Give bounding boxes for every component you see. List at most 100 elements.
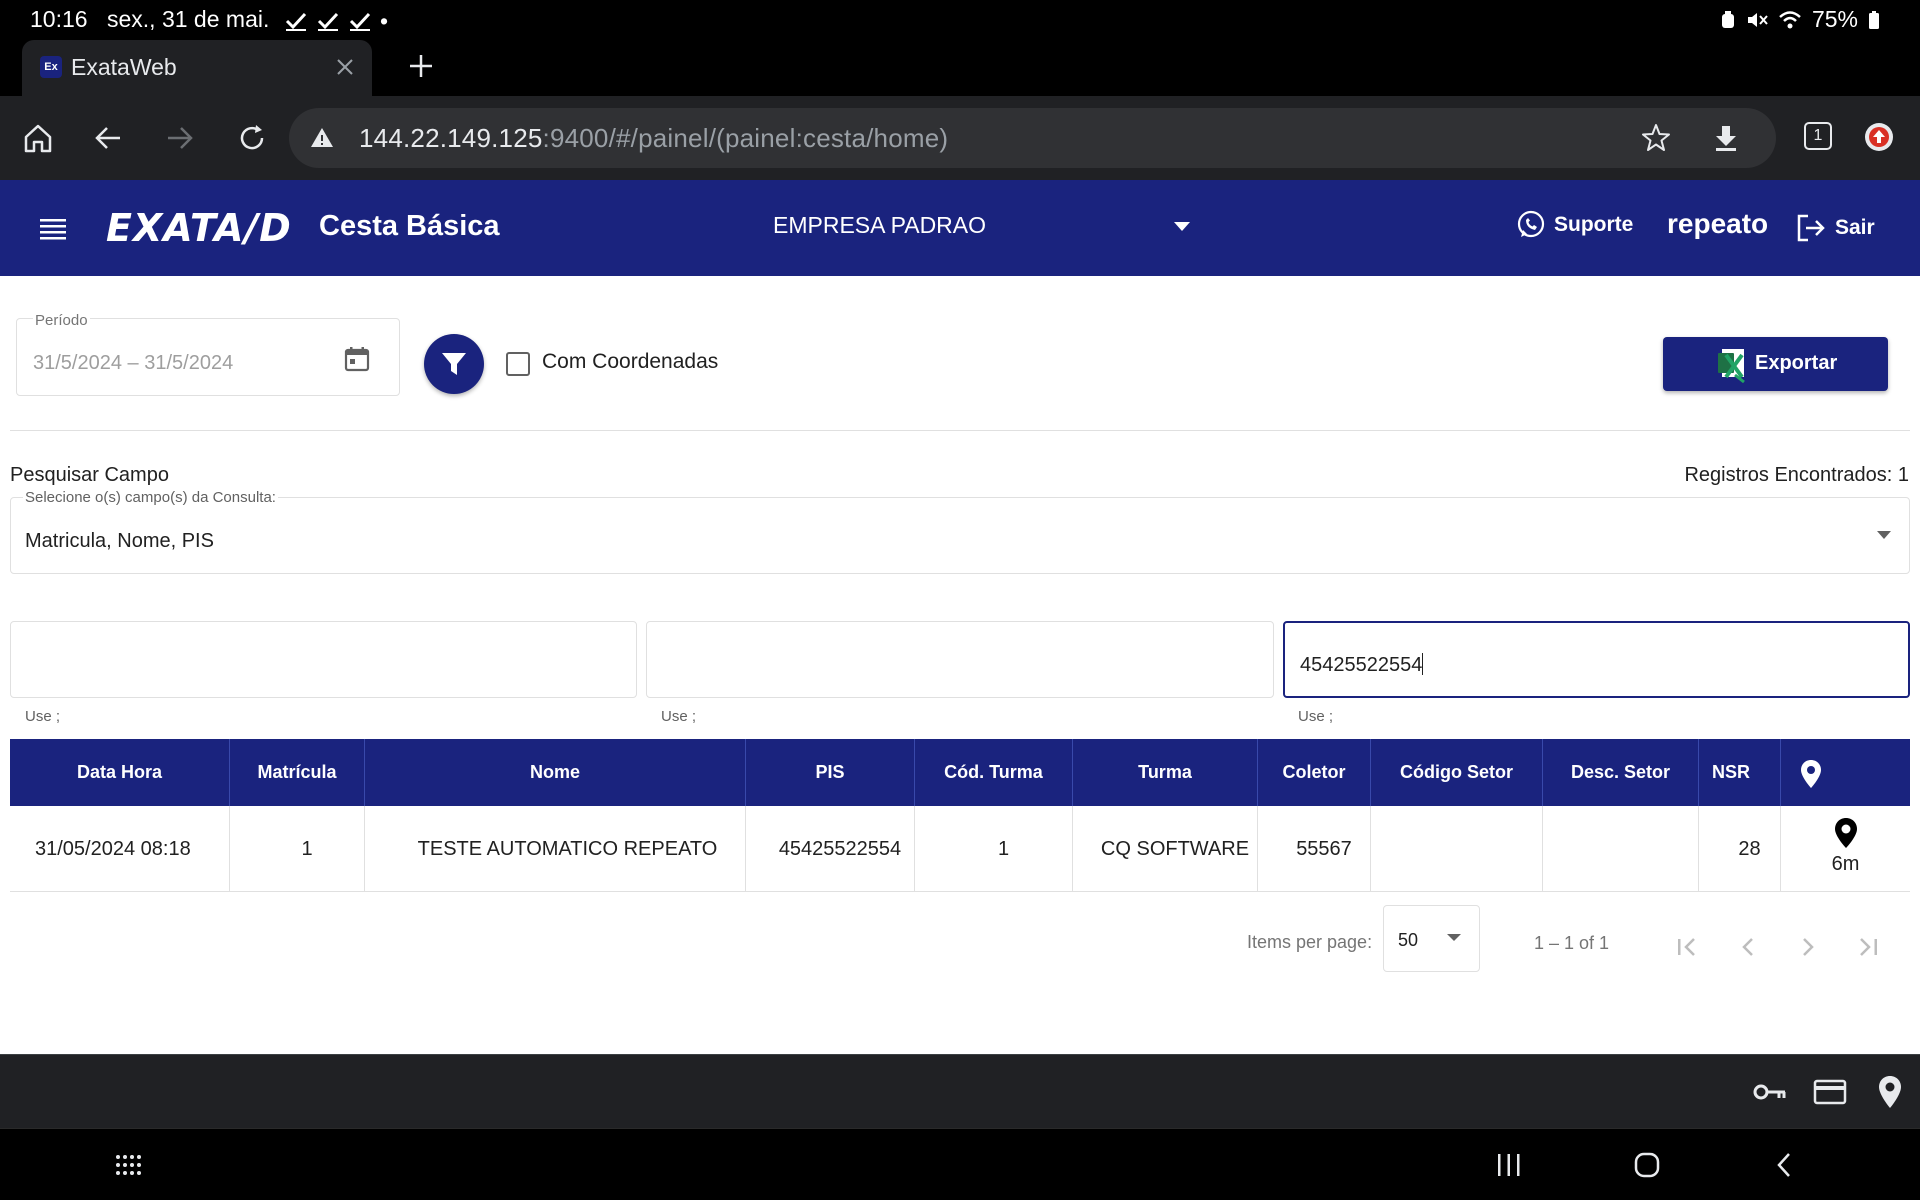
recent-apps-icon[interactable]: [1495, 1150, 1523, 1180]
browser-tab[interactable]: Ex ExataWeb: [22, 40, 372, 96]
column-header-pis[interactable]: PIS: [746, 739, 915, 806]
logout-button[interactable]: Sair: [1795, 212, 1875, 244]
favicon-icon: Ex: [40, 56, 62, 78]
next-page-icon[interactable]: [1793, 932, 1823, 962]
column-header-codigo-setor[interactable]: Código Setor: [1371, 739, 1543, 806]
filter-funnel-icon: [442, 353, 466, 375]
company-select[interactable]: EMPRESA PADRAO: [773, 212, 986, 239]
export-button[interactable]: Exportar: [1663, 337, 1888, 391]
filter-button[interactable]: [424, 334, 484, 394]
support-label: Suporte: [1554, 213, 1634, 236]
column-header-turma[interactable]: Turma: [1073, 739, 1258, 806]
browser-tab-strip: Ex ExataWeb: [0, 38, 1920, 96]
alarm-icon: [1721, 10, 1734, 28]
new-tab-icon[interactable]: [406, 51, 436, 81]
map-pin-icon[interactable]: [1834, 817, 1858, 849]
excel-icon: [1718, 349, 1745, 383]
query-fields-value: Matricula, Nome, PIS: [25, 530, 214, 552]
url-path: :9400/#/painel/(painel:cesta/home): [542, 123, 949, 153]
page-size-select[interactable]: 50: [1383, 905, 1480, 972]
query-fields-label: Selecione o(s) campo(s) da Consulta:: [23, 489, 278, 506]
app-header: EXATA/D Cesta Básica EMPRESA PADRAO Supo…: [0, 180, 1920, 276]
column-header-matricula[interactable]: Matrícula: [230, 739, 365, 806]
bookmark-star-icon[interactable]: [1639, 121, 1673, 155]
credit-card-icon[interactable]: [1813, 1077, 1847, 1107]
keyboard-grid-icon[interactable]: [113, 1150, 143, 1180]
close-tab-icon[interactable]: [330, 52, 360, 82]
column-header-nome[interactable]: Nome: [365, 739, 746, 806]
back-button-icon[interactable]: [1772, 1150, 1796, 1180]
mute-icon: [1747, 12, 1768, 27]
cell-desc-setor: [1543, 806, 1699, 892]
column-header-data-hora[interactable]: Data Hora: [10, 739, 230, 806]
query-fields-select[interactable]: Selecione o(s) campo(s) da Consulta: Mat…: [10, 489, 1910, 574]
wifi-icon: [1779, 10, 1801, 28]
whatsapp-icon: [1517, 210, 1545, 238]
calendar-icon[interactable]: [343, 345, 371, 373]
system-icons: 75%: [1720, 6, 1880, 33]
matricula-search-input[interactable]: [10, 621, 637, 698]
user-name: repeato: [1667, 208, 1769, 239]
pis-search-value: 45425522554: [1300, 654, 1423, 676]
pis-search-input[interactable]: 45425522554: [1283, 621, 1910, 698]
tab-switcher-button[interactable]: 1: [1804, 122, 1832, 150]
key-icon[interactable]: [1752, 1077, 1788, 1107]
home-icon[interactable]: [20, 120, 56, 156]
items-per-page-label: Items per page:: [1247, 932, 1373, 952]
column-header-cod-turma[interactable]: Cód. Turma: [915, 739, 1073, 806]
profile-update-icon[interactable]: [1864, 122, 1894, 152]
address-pin-icon[interactable]: [1878, 1075, 1902, 1109]
more-notifications-dot: •: [380, 8, 389, 34]
nome-search-input[interactable]: [646, 621, 1274, 698]
period-label: Período: [33, 312, 90, 329]
support-button[interactable]: Suporte: [1516, 210, 1633, 240]
android-status-bar: 10:16 sex., 31 de mai. • 75%: [0, 0, 1920, 38]
export-label: Exportar: [1755, 352, 1838, 374]
forward-icon[interactable]: [162, 120, 198, 156]
section-divider: [10, 430, 1910, 431]
not-secure-warning-icon[interactable]: [309, 125, 335, 151]
table-row[interactable]: 31/05/2024 08:18 1 TESTE AUTOMATICO REPE…: [10, 806, 1910, 892]
column-header-desc-setor[interactable]: Desc. Setor: [1543, 739, 1699, 806]
dropdown-arrow-icon[interactable]: [1877, 531, 1891, 540]
keyboard-accessory-bar: [0, 1054, 1920, 1128]
cell-location[interactable]: 6m: [1781, 806, 1910, 892]
company-dropdown-arrow-icon[interactable]: [1174, 222, 1190, 232]
records-found-count: Registros Encontrados: 1: [1684, 464, 1909, 486]
page-size-arrow-icon: [1447, 934, 1461, 941]
with-coordinates-checkbox[interactable]: [506, 352, 530, 376]
url-text: 144.22.149.125:9400/#/painel/(painel:ces…: [359, 123, 948, 154]
address-bar[interactable]: 144.22.149.125:9400/#/painel/(painel:ces…: [289, 108, 1776, 168]
first-page-icon[interactable]: [1672, 932, 1702, 962]
cell-nome: TESTE AUTOMATICO REPEATO: [365, 806, 746, 892]
check-icon: [349, 12, 371, 31]
check-icon: [317, 12, 339, 31]
nome-input-hint: Use ;: [661, 708, 697, 725]
menu-icon[interactable]: [38, 212, 68, 242]
cell-codigo-setor: [1371, 806, 1543, 892]
previous-page-icon[interactable]: [1733, 932, 1763, 962]
pis-search-value-wrap: 45425522554: [1300, 653, 1424, 677]
back-icon[interactable]: [90, 120, 126, 156]
module-title: Cesta Básica: [319, 210, 500, 242]
pis-input-hint: Use ;: [1298, 708, 1334, 725]
status-time: 10:16: [30, 6, 88, 32]
home-button-icon[interactable]: [1632, 1150, 1662, 1180]
logout-label: Sair: [1835, 216, 1875, 239]
check-icon: [285, 12, 307, 31]
notification-icons: •: [284, 8, 388, 35]
column-header-coletor[interactable]: Coletor: [1258, 739, 1371, 806]
android-navigation-bar: [0, 1128, 1920, 1200]
logout-icon: [1797, 214, 1825, 242]
last-page-icon[interactable]: [1853, 932, 1883, 962]
cell-turma: CQ SOFTWARE: [1073, 806, 1258, 892]
column-header-nsr[interactable]: NSR: [1699, 739, 1781, 806]
reload-icon[interactable]: [234, 120, 270, 156]
download-icon[interactable]: [1709, 121, 1743, 155]
location-distance: 6m: [1831, 853, 1860, 875]
column-header-location: [1781, 739, 1910, 806]
table-header: Data Hora Matrícula Nome PIS Cód. Turma …: [10, 739, 1910, 806]
cell-coletor: 55567: [1258, 806, 1371, 892]
with-coordinates-label[interactable]: Com Coordenadas: [542, 350, 718, 374]
period-date-range-field[interactable]: Período 31/5/2024 – 31/5/2024: [16, 312, 400, 396]
